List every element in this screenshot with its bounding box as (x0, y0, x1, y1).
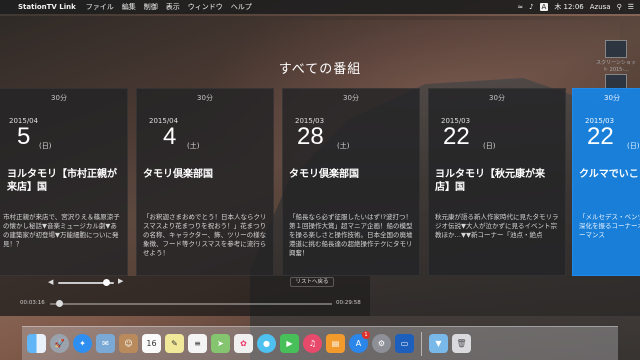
seek-bar-knob[interactable] (55, 300, 63, 307)
program-description: 「船長なら必ず征服したいはず!?波打つ！第１回操作大賞」超マニア企画！船の模型を… (289, 213, 413, 257)
seek-bar[interactable] (50, 303, 332, 305)
menu-clock[interactable]: 木 12:06 (554, 2, 583, 12)
program-description: 市村正親が来店で、宮沢りえ＆篠原涼子の懐かし秘話▼音楽ミュージカル劇▼あの建築家… (3, 213, 120, 248)
program-date: 2015/04 5 (日) (0, 103, 121, 150)
program-card[interactable]: 30分 2015/03 22 (日) ヨルタモリ【秋元康が来店】国 秋元康が語る… (428, 88, 566, 276)
time-total: 00:29:58 (336, 300, 361, 306)
messages-icon[interactable]: ● (257, 334, 276, 353)
menu-bar: StationTV Link ファイル 編集 制御 表示 ウィンドウ ヘルプ ≈… (0, 0, 640, 14)
ibooks-icon[interactable]: ▤ (326, 334, 345, 353)
program-date: 2015/03 22 (日) (435, 103, 559, 150)
menu-app-name[interactable]: StationTV Link (18, 3, 76, 11)
appstore-badge: 1 (362, 331, 370, 339)
program-title: タモリ倶楽部国 (289, 169, 359, 180)
dock: 🚀 ✦ ✉ ☺ 16 ✎ ≡ ➤ ✿ ● ▶ ♫ ▤ A1 ⚙ ▭ ▼ 🗑 (22, 326, 618, 360)
menu-user[interactable]: Azusa (590, 3, 611, 11)
menu-file[interactable]: ファイル (86, 2, 114, 12)
folder-icon[interactable]: ▼ (429, 334, 448, 353)
menu-window[interactable]: ウィンドウ (188, 2, 223, 12)
volume-max-icon: ▶ (118, 277, 124, 285)
trash-icon[interactable]: 🗑 (452, 334, 471, 353)
facetime-icon[interactable]: ▶ (280, 334, 299, 353)
program-day: 28 (297, 123, 324, 150)
contacts-icon[interactable]: ☺ (119, 334, 138, 353)
program-weekday: (日) (483, 142, 496, 150)
safari-icon[interactable]: ✦ (73, 334, 92, 353)
program-description: 「メルセデス・ベンツ深化を振るコーナーオーマンス (579, 213, 640, 239)
status-area: ≈ ♪ A 木 12:06 Azusa ⚲ ☰ (517, 2, 640, 12)
calendar-icon[interactable]: 16 (142, 334, 161, 353)
program-card-selected[interactable]: 30分 2015/03 22 (日) クルマでいこ 「メルセデス・ベンツ深化を振… (572, 88, 640, 276)
menu-help[interactable]: ヘルプ (231, 2, 252, 12)
program-description: 秋元康が語る新人作家時代に見たタモリラジオ伝説▼大人が泣かずに見るイベント宗教ほ… (435, 213, 559, 239)
photos-icon[interactable]: ✿ (234, 334, 253, 353)
program-weekday: (土) (187, 142, 200, 150)
program-title: ヨルタモリ【市村正親が来店】国 (7, 169, 117, 193)
program-duration: 30分 (489, 94, 505, 102)
program-date: 2015/04 4 (土) (143, 103, 267, 150)
program-card[interactable]: 30分 2015/04 4 (土) タモリ倶楽部国 「お釈迦さまおめでとう！日本… (136, 88, 274, 276)
program-weekday: (日) (627, 142, 640, 150)
program-day: 22 (443, 123, 470, 150)
program-day: 5 (17, 123, 31, 150)
program-title: タモリ倶楽部国 (143, 169, 213, 180)
program-duration: 30分 (604, 94, 620, 102)
program-weekday: (日) (39, 142, 52, 150)
program-card[interactable]: 30分 2015/03 28 (土) タモリ倶楽部国 「船長なら必ず征服したいは… (282, 88, 420, 276)
itunes-icon[interactable]: ♫ (303, 334, 322, 353)
finder-icon[interactable] (27, 334, 46, 353)
launchpad-icon[interactable]: 🚀 (50, 334, 69, 353)
volume-slider-knob[interactable] (102, 279, 110, 286)
volume-icon[interactable]: ♪ (529, 3, 533, 11)
spotlight-icon[interactable]: ⚲ (617, 3, 622, 11)
program-description: 「お釈迦さまおめでとう！日本人ならクリスマスより花まつりを祝おう！」花まつりの名… (143, 213, 267, 257)
program-title: ヨルタモリ【秋元康が来店】国 (435, 169, 545, 193)
preferences-icon[interactable]: ⚙ (372, 334, 391, 353)
reminders-icon[interactable]: ≡ (188, 334, 207, 353)
program-duration: 30分 (197, 94, 213, 102)
wifi-icon[interactable]: ≈ (517, 3, 523, 11)
notes-icon[interactable]: ✎ (165, 334, 184, 353)
program-duration: 30分 (343, 94, 359, 102)
mail-icon[interactable]: ✉ (96, 334, 115, 353)
appstore-icon[interactable]: A1 (349, 331, 370, 353)
maps-icon[interactable]: ➤ (211, 334, 230, 353)
volume-min-icon: ◀ (48, 278, 54, 286)
program-card[interactable]: 30分 2015/04 5 (日) ヨルタモリ【市村正親が来店】国 市村正親が来… (0, 88, 128, 276)
program-day: 4 (163, 123, 177, 150)
player-bar: ◀ ▶ リストへ戻る 00:03:16 00:29:58 (0, 276, 370, 316)
input-method-indicator[interactable]: A (539, 3, 549, 11)
page-title: すべての番組 (278, 62, 362, 77)
dock-separator (421, 331, 422, 356)
menu-control[interactable]: 制御 (144, 2, 158, 12)
notification-center-icon[interactable]: ☰ (628, 3, 634, 11)
menu-edit[interactable]: 編集 (122, 2, 136, 12)
program-date: 2015/03 28 (土) (289, 103, 413, 150)
stationtv-icon[interactable]: ▭ (395, 334, 414, 353)
program-day: 22 (587, 123, 614, 150)
calendar-day: 16 (146, 339, 157, 348)
program-weekday: (土) (337, 142, 350, 150)
time-elapsed: 00:03:16 (20, 300, 45, 306)
menu-view[interactable]: 表示 (166, 2, 180, 12)
program-date: 2015/03 22 (日) (579, 103, 640, 150)
back-to-list-button[interactable]: リストへ戻る (290, 277, 334, 287)
program-list: 30分 2015/04 5 (日) ヨルタモリ【市村正親が来店】国 市村正親が来… (0, 88, 640, 276)
program-duration: 30分 (51, 94, 67, 102)
program-title: クルマでいこ (579, 169, 639, 180)
